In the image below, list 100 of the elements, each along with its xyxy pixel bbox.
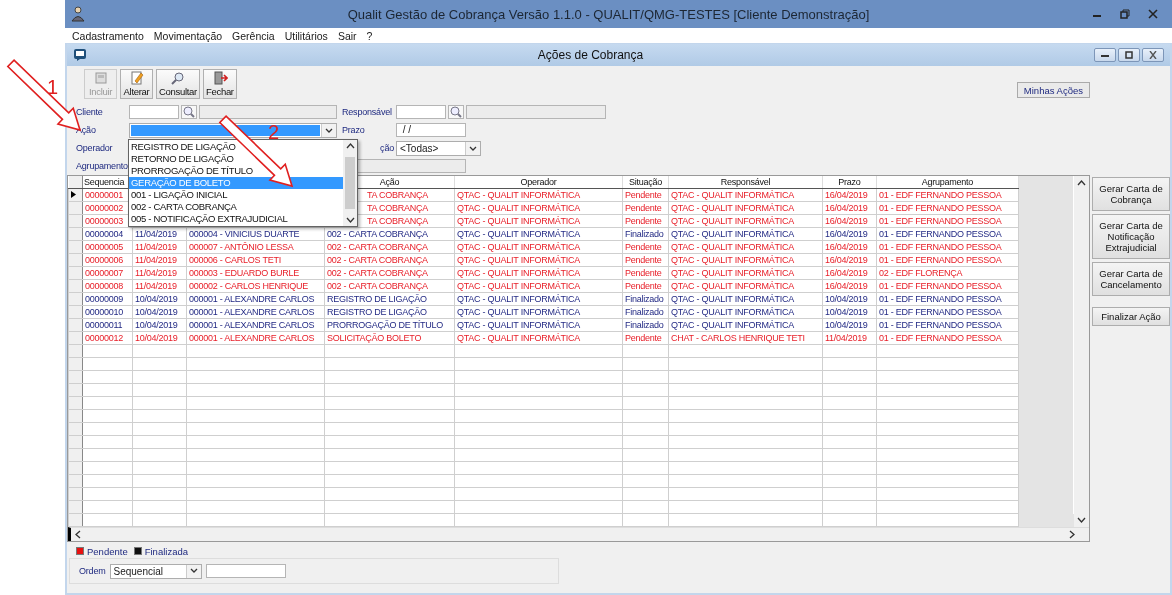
side-button[interactable]: Gerar Carta de Cancelamento <box>1092 262 1170 296</box>
table-cell: QTAC - QUALIT INFORMÁTICA <box>671 293 794 304</box>
chevron-down-icon <box>325 127 333 134</box>
status-combobox[interactable]: <Todas> <box>396 141 481 156</box>
table-cell: 16/04/2019 <box>825 241 868 252</box>
table-cell: 10/04/2019 <box>135 319 178 330</box>
table-cell: 00000001 <box>85 189 124 200</box>
table-cell: Pendente <box>625 215 662 226</box>
toolbar-button[interactable]: Consultar <box>156 69 200 99</box>
window-title: Qualit Gestão de Cobrança Versão 1.1.0 - QUALIT/QMG-TESTES [Cliente Demonstração] <box>346 6 871 22</box>
restore-icon <box>1124 51 1134 59</box>
toolbar-button[interactable]: Fechar <box>202 69 237 99</box>
table-cell: 00000011 <box>85 319 123 330</box>
table-cell: 01 - EDF FERNANDO PESSOA <box>879 254 1002 265</box>
search-icon[interactable] <box>448 105 464 119</box>
chevron-left-icon[interactable] <box>75 530 81 539</box>
table-cell: 000001 - ALEXANDRE CARLOS <box>189 293 315 304</box>
legend-label: Finalizada <box>144 545 188 557</box>
chevron-down-icon[interactable] <box>1077 517 1087 523</box>
restore-icon[interactable] <box>1120 9 1130 19</box>
pencil-icon <box>128 71 145 85</box>
table-cell: SOLICITAÇÃO BOLETO <box>327 332 422 343</box>
table-cell: 01 - EDF FERNANDO PESSOA <box>879 319 1002 330</box>
table-cell: 10/04/2019 <box>135 332 178 343</box>
side-button[interactable]: Finalizar Ação <box>1092 307 1170 326</box>
client-code-field[interactable] <box>129 105 179 119</box>
dropdown-option[interactable]: 001 - LIGAÇÃO INICIAL <box>129 189 343 201</box>
table-cell: QTAC - QUALIT INFORMÁTICA <box>671 189 794 200</box>
table-cell: QTAC - QUALIT INFORMÁTICA <box>671 241 794 252</box>
table-cell: Finalizado <box>625 293 664 304</box>
order-search-field[interactable] <box>205 564 286 578</box>
table-cell: REGISTRO DE LIGAÇÃO <box>327 293 427 304</box>
menu-item[interactable]: Movimentação <box>153 29 223 42</box>
chevron-up-icon[interactable] <box>345 143 355 149</box>
table-cell: 002 - CARTA COBRANÇA <box>327 254 428 265</box>
column-header[interactable]: Agrupamento <box>921 177 974 187</box>
my-actions-button[interactable]: Minhas Ações <box>1016 82 1090 98</box>
column-header[interactable]: Ação <box>379 177 400 187</box>
table-cell: Finalizado <box>625 319 664 330</box>
legend-label: Pendente <box>87 545 128 557</box>
table-cell: 10/04/2019 <box>825 293 868 304</box>
column-header[interactable]: Operador <box>520 177 557 187</box>
field-label: Agrupamento <box>76 161 129 171</box>
table-cell: 002 - CARTA COBRANÇA <box>327 267 428 278</box>
dropdown-option[interactable]: PRORROGAÇÃO DE TÍTULO <box>129 165 343 177</box>
column-header[interactable]: Prazo <box>838 177 861 187</box>
toolbar-button[interactable]: Alterar <box>120 69 153 99</box>
table-cell: QTAC - QUALIT INFORMÁTICA <box>671 280 794 291</box>
table-cell: 00000008 <box>85 280 124 291</box>
table-cell: QTAC - QUALIT INFORMÁTICA <box>671 202 794 213</box>
table-cell: Pendente <box>625 332 662 343</box>
table-cell: 00000012 <box>85 332 124 343</box>
restore-button[interactable] <box>1118 48 1140 62</box>
menu-item[interactable]: Cadastramento <box>72 29 144 42</box>
menu-item[interactable]: ? <box>366 29 373 42</box>
chevron-right-icon[interactable] <box>1069 530 1076 539</box>
side-button[interactable]: Gerar Carta de Notificação Extrajudicial <box>1092 214 1170 259</box>
chevron-down-icon[interactable] <box>345 217 355 223</box>
table-cell: 01 - EDF FERNANDO PESSOA <box>879 332 1002 343</box>
menu-item[interactable]: Utilitários <box>284 29 328 42</box>
dropdown-option[interactable]: REGISTRO DE LIGAÇÃO <box>129 141 343 153</box>
table-cell: QTAC - QUALIT INFORMÁTICA <box>457 280 580 291</box>
close-icon[interactable] <box>1148 9 1158 19</box>
table-cell: 000007 - ANTÔNIO LESSA <box>189 241 294 252</box>
table-cell: 11/04/2019 <box>135 228 177 239</box>
table-cell: 00000006 <box>85 254 124 265</box>
table-cell: 10/04/2019 <box>825 319 868 330</box>
table-cell: 11/04/2019 <box>825 332 867 343</box>
responsible-code-field[interactable] <box>396 105 446 119</box>
table-cell: 01 - EDF FERNANDO PESSOA <box>879 306 1002 317</box>
table-cell: 00000007 <box>85 267 124 278</box>
table-cell: QTAC - QUALIT INFORMÁTICA <box>457 319 580 330</box>
person-icon <box>71 6 85 22</box>
chevron-down-icon <box>189 568 198 574</box>
dropdown-option[interactable]: RETORNO DE LIGAÇÃO <box>129 153 343 165</box>
table-cell: 02 - EDF FLORENÇA <box>879 267 963 278</box>
table-cell: 00000002 <box>85 202 124 213</box>
dropdown-option[interactable]: 005 - NOTIFICAÇÃO EXTRAJUDICIAL <box>129 213 343 225</box>
due-date-field[interactable]: / / <box>396 123 466 137</box>
table-cell: Pendente <box>625 189 662 200</box>
order-combobox[interactable]: Sequencial <box>109 563 202 579</box>
menu-item[interactable]: Sair <box>337 29 357 42</box>
search-icon[interactable] <box>181 105 197 119</box>
table-cell: 002 - CARTA COBRANÇA <box>327 228 428 239</box>
table-cell: 000001 - ALEXANDRE CARLOS <box>189 332 315 343</box>
table-cell: QTAC - QUALIT INFORMÁTICA <box>457 228 580 239</box>
chevron-up-icon[interactable] <box>1077 180 1087 186</box>
minimize-button[interactable] <box>1094 48 1116 62</box>
dropdown-option[interactable]: 002 - CARTA COBRANÇA <box>129 201 343 213</box>
dropdown-scrollbar[interactable] <box>343 140 357 226</box>
table-cell: 16/04/2019 <box>825 267 868 278</box>
vertical-scrollbar[interactable] <box>1074 176 1090 527</box>
close-button[interactable] <box>1142 48 1164 62</box>
menu-item[interactable]: Gerência <box>232 29 275 42</box>
column-header[interactable]: Responsável <box>720 177 771 187</box>
action-combobox[interactable] <box>129 123 337 138</box>
table-cell: 11/04/2019 <box>135 254 177 265</box>
side-button[interactable]: Gerar Carta de Cobrança <box>1092 177 1170 211</box>
horizontal-scrollbar[interactable] <box>68 527 1090 541</box>
close-icon <box>1148 51 1158 59</box>
